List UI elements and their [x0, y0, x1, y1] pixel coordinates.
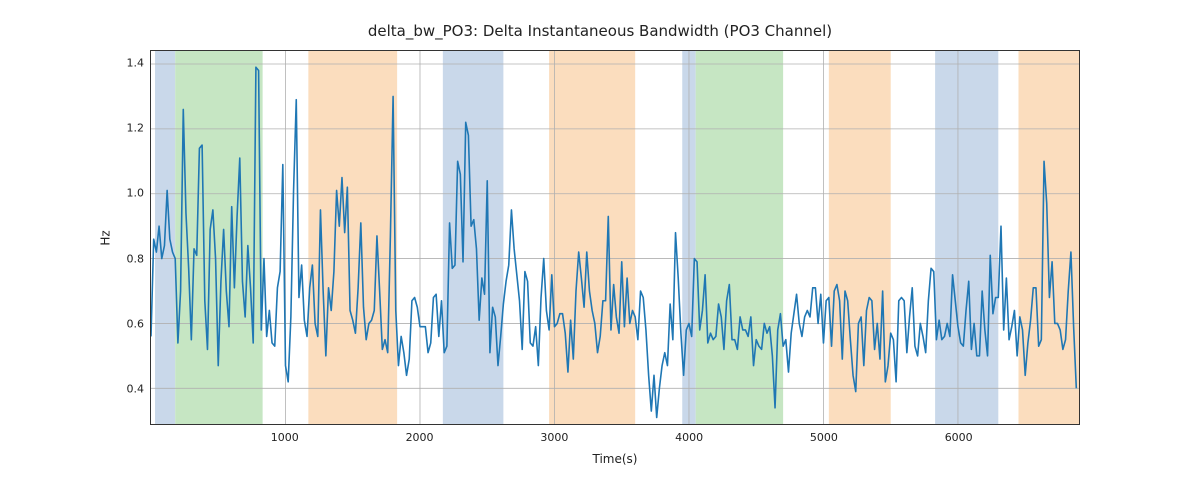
- x-axis-label: Time(s): [150, 452, 1080, 466]
- x-tick-label: 2000: [406, 431, 434, 444]
- y-axis-label-text: Hz: [99, 230, 113, 245]
- highlight-band: [696, 51, 783, 424]
- y-axis-label: Hz: [96, 50, 116, 425]
- chart-title: delta_bw_PO3: Delta Instantaneous Bandwi…: [0, 22, 1200, 40]
- y-tick-label: 0.8: [116, 252, 144, 265]
- x-tick-label: 5000: [810, 431, 838, 444]
- highlight-band: [443, 51, 504, 424]
- y-tick-label: 0.6: [116, 317, 144, 330]
- highlight-band: [935, 51, 998, 424]
- plot-area: [150, 50, 1080, 425]
- plot-svg: [151, 51, 1079, 424]
- highlight-band: [829, 51, 891, 424]
- highlight-band: [1018, 51, 1079, 424]
- x-tick-label: 1000: [271, 431, 299, 444]
- x-tick-label: 3000: [540, 431, 568, 444]
- x-tick-label: 6000: [945, 431, 973, 444]
- x-tick-label: 4000: [675, 431, 703, 444]
- highlight-band: [175, 51, 262, 424]
- figure: delta_bw_PO3: Delta Instantaneous Bandwi…: [0, 0, 1200, 500]
- y-tick-label: 1.0: [116, 187, 144, 200]
- y-tick-label: 0.4: [116, 383, 144, 396]
- highlight-band: [549, 51, 635, 424]
- background-bands: [155, 51, 1079, 424]
- y-tick-label: 1.4: [116, 57, 144, 70]
- y-tick-label: 1.2: [116, 122, 144, 135]
